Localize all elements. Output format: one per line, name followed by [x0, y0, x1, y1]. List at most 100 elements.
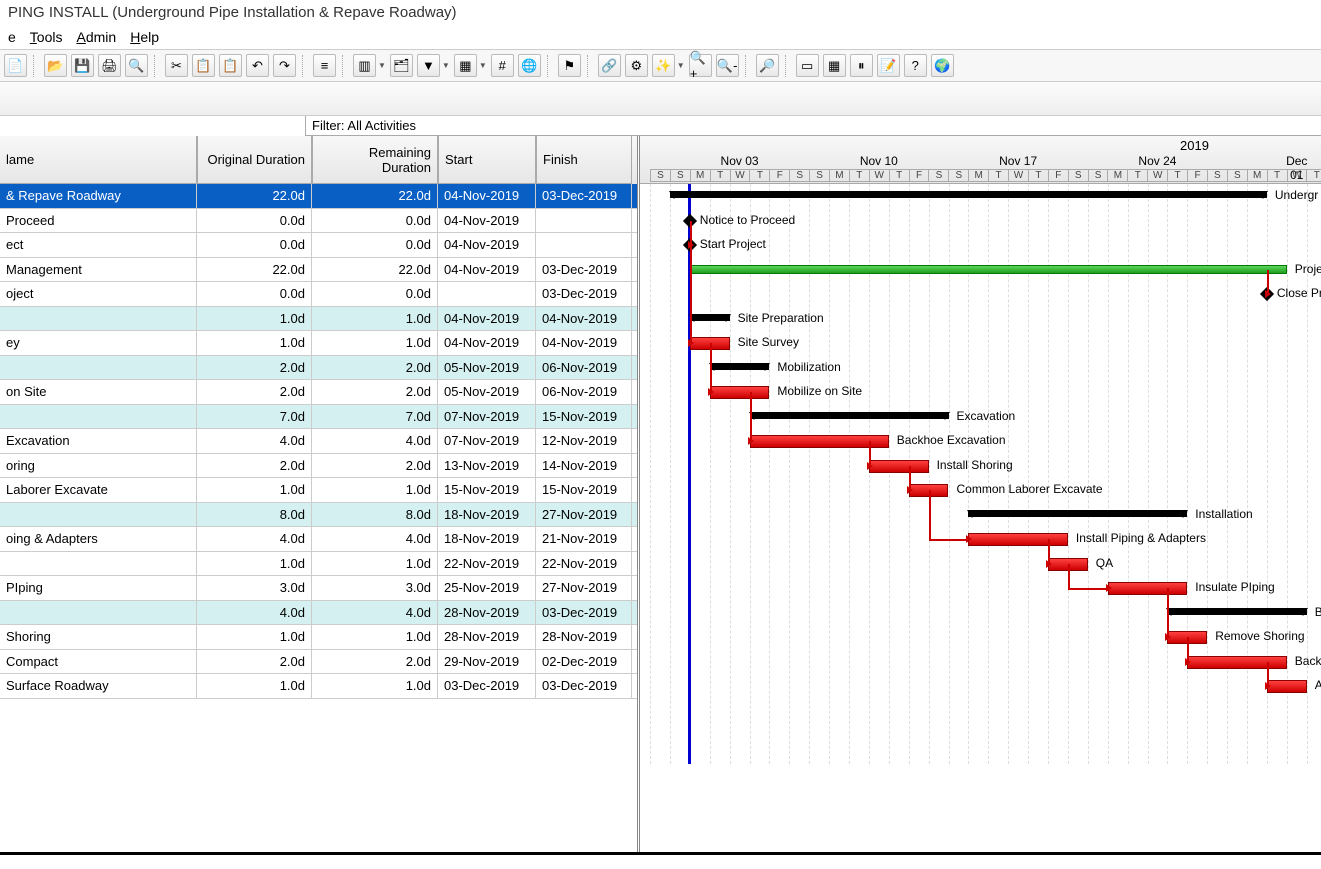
- filter-icon[interactable]: ▼: [417, 54, 440, 77]
- cell-name[interactable]: [0, 356, 197, 380]
- note-icon[interactable]: 📝: [877, 54, 900, 77]
- col-rem-duration[interactable]: Remaining Duration: [312, 136, 438, 184]
- cell-finish[interactable]: [536, 209, 632, 233]
- cell-finish[interactable]: 14-Nov-2019: [536, 454, 632, 478]
- table-row[interactable]: 2.0d2.0d05-Nov-201906-Nov-2019: [0, 356, 637, 381]
- cell-finish[interactable]: 02-Dec-2019: [536, 650, 632, 674]
- table-row[interactable]: 1.0d1.0d04-Nov-201904-Nov-2019: [0, 307, 637, 332]
- cell-rd[interactable]: 2.0d: [312, 650, 438, 674]
- table-row[interactable]: & Repave Roadway22.0d22.0d04-Nov-201903-…: [0, 184, 637, 209]
- cell-finish[interactable]: 06-Nov-2019: [536, 356, 632, 380]
- cell-rd[interactable]: 4.0d: [312, 429, 438, 453]
- undo-icon[interactable]: ↶: [246, 54, 269, 77]
- task-bar[interactable]: [968, 533, 1068, 546]
- cell-od[interactable]: 0.0d: [197, 209, 312, 233]
- cell-start[interactable]: 07-Nov-2019: [438, 405, 536, 429]
- cell-name[interactable]: ey: [0, 331, 197, 355]
- cell-start[interactable]: 29-Nov-2019: [438, 650, 536, 674]
- cell-start[interactable]: 04-Nov-2019: [438, 307, 536, 331]
- cell-rd[interactable]: 22.0d: [312, 184, 438, 208]
- redo-icon[interactable]: ↷: [273, 54, 296, 77]
- cell-name[interactable]: [0, 503, 197, 527]
- summary-bar[interactable]: [690, 314, 730, 321]
- doc-icon[interactable]: 📄: [4, 54, 27, 77]
- loe-bar[interactable]: [690, 265, 1287, 274]
- find-icon[interactable]: 🔎: [756, 54, 779, 77]
- table-row[interactable]: 7.0d7.0d07-Nov-201915-Nov-2019: [0, 405, 637, 430]
- cell-finish[interactable]: 22-Nov-2019: [536, 552, 632, 576]
- cell-start[interactable]: 05-Nov-2019: [438, 380, 536, 404]
- cell-finish[interactable]: [536, 233, 632, 257]
- cell-name[interactable]: & Repave Roadway: [0, 184, 197, 208]
- cell-finish[interactable]: 03-Dec-2019: [536, 674, 632, 698]
- globe-icon[interactable]: 🌍: [931, 54, 954, 77]
- cell-rd[interactable]: 0.0d: [312, 233, 438, 257]
- cell-od[interactable]: 4.0d: [197, 429, 312, 453]
- task-bar[interactable]: [1187, 656, 1287, 669]
- cell-name[interactable]: Compact: [0, 650, 197, 674]
- print-icon[interactable]: 🖨: [98, 54, 121, 77]
- col-start[interactable]: Start: [438, 136, 536, 184]
- hash-icon[interactable]: #: [491, 54, 514, 77]
- summary-bar[interactable]: [670, 191, 1267, 198]
- cell-name[interactable]: Excavation: [0, 429, 197, 453]
- task-bar[interactable]: [1267, 680, 1307, 693]
- cell-od[interactable]: 1.0d: [197, 478, 312, 502]
- cell-rd[interactable]: 0.0d: [312, 209, 438, 233]
- cell-rd[interactable]: 2.0d: [312, 380, 438, 404]
- cell-start[interactable]: 15-Nov-2019: [438, 478, 536, 502]
- cell-name[interactable]: ect: [0, 233, 197, 257]
- cell-start[interactable]: 18-Nov-2019: [438, 527, 536, 551]
- task-bar[interactable]: [1108, 582, 1188, 595]
- cell-rd[interactable]: 0.0d: [312, 282, 438, 306]
- cell-name[interactable]: [0, 405, 197, 429]
- cell-name[interactable]: [0, 601, 197, 625]
- bars-icon[interactable]: ≡: [313, 54, 336, 77]
- cell-name[interactable]: on Site: [0, 380, 197, 404]
- help-icon[interactable]: ?: [904, 54, 927, 77]
- cell-rd[interactable]: 4.0d: [312, 527, 438, 551]
- cell-name[interactable]: [0, 552, 197, 576]
- cell-od[interactable]: 2.0d: [197, 380, 312, 404]
- table-row[interactable]: Shoring1.0d1.0d28-Nov-201928-Nov-2019: [0, 625, 637, 650]
- cell-od[interactable]: 1.0d: [197, 674, 312, 698]
- cell-od[interactable]: 0.0d: [197, 282, 312, 306]
- wizard-icon[interactable]: ✨: [652, 54, 675, 77]
- cell-rd[interactable]: 1.0d: [312, 478, 438, 502]
- cell-finish[interactable]: 28-Nov-2019: [536, 625, 632, 649]
- col-finish[interactable]: Finish: [536, 136, 632, 184]
- cell-od[interactable]: 1.0d: [197, 331, 312, 355]
- gear-icon[interactable]: ⚙: [625, 54, 648, 77]
- cell-finish[interactable]: 27-Nov-2019: [536, 503, 632, 527]
- col-name[interactable]: lame: [0, 136, 197, 184]
- menu-help[interactable]: Help: [130, 29, 159, 45]
- cell-rd[interactable]: 4.0d: [312, 601, 438, 625]
- table-row[interactable]: Surface Roadway1.0d1.0d03-Dec-201903-Dec…: [0, 674, 637, 699]
- table-row[interactable]: 1.0d1.0d22-Nov-201922-Nov-2019: [0, 552, 637, 577]
- zoomout-icon[interactable]: 🔍-: [716, 54, 739, 77]
- table-row[interactable]: 8.0d8.0d18-Nov-201927-Nov-2019: [0, 503, 637, 528]
- cell-rd[interactable]: 2.0d: [312, 454, 438, 478]
- chart-icon[interactable]: ▦: [823, 54, 846, 77]
- cell-name[interactable]: Management: [0, 258, 197, 282]
- summary-bar[interactable]: [750, 412, 949, 419]
- cell-name[interactable]: Laborer Excavate: [0, 478, 197, 502]
- cut-icon[interactable]: ✂: [165, 54, 188, 77]
- cell-finish[interactable]: 03-Dec-2019: [536, 184, 632, 208]
- menu-admin[interactable]: Admin: [76, 29, 116, 45]
- cell-od[interactable]: 2.0d: [197, 650, 312, 674]
- task-bar[interactable]: [750, 435, 889, 448]
- cell-od[interactable]: 0.0d: [197, 233, 312, 257]
- cell-start[interactable]: 04-Nov-2019: [438, 184, 536, 208]
- cell-finish[interactable]: 27-Nov-2019: [536, 576, 632, 600]
- table-row[interactable]: oing & Adapters4.0d4.0d18-Nov-201921-Nov…: [0, 527, 637, 552]
- cell-name[interactable]: [0, 307, 197, 331]
- cell-start[interactable]: 22-Nov-2019: [438, 552, 536, 576]
- cell-start[interactable]: 04-Nov-2019: [438, 233, 536, 257]
- flag-icon[interactable]: ⚑: [558, 54, 581, 77]
- cell-od[interactable]: 22.0d: [197, 184, 312, 208]
- cell-od[interactable]: 2.0d: [197, 454, 312, 478]
- col-orig-duration[interactable]: Original Duration: [197, 136, 312, 184]
- cell-finish[interactable]: 04-Nov-2019: [536, 307, 632, 331]
- cell-rd[interactable]: 22.0d: [312, 258, 438, 282]
